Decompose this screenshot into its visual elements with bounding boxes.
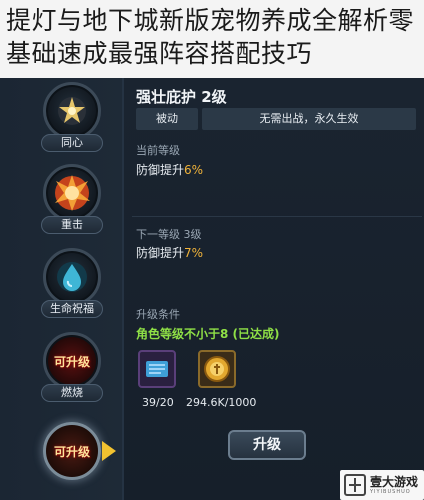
upgrade-condition-label: 升级条件 — [136, 308, 180, 321]
skill-duration-tag: 无需出战，永久生效 — [202, 108, 416, 130]
selected-arrow-icon — [102, 441, 116, 461]
site-watermark: 壹大游戏 YIYIBUSHUO — [340, 470, 424, 500]
skill-tags: 被动 无需出战，永久生效 — [136, 108, 416, 130]
gold-coin-icon[interactable] — [198, 350, 236, 388]
fire-icon: 可升级 — [43, 332, 101, 390]
next-effect-text: 防御提升 — [136, 246, 185, 260]
skill-slot-zhongji[interactable]: 重击 — [40, 164, 104, 234]
water-drop-icon — [43, 248, 101, 306]
watermark-text: 壹大游戏 — [370, 475, 419, 489]
current-effect: 防御提升6% — [136, 161, 203, 178]
next-level-label: 下一等级 3级 — [136, 228, 202, 241]
upgrade-condition-text: 角色等级不小于8 (已达成) — [136, 327, 280, 341]
skill-title: 强壮庇护 2级 — [136, 88, 227, 106]
current-effect-value: 6% — [184, 163, 204, 177]
article-header: 提灯与地下城新版宠物养成全解析零基础速成最强阵容搭配技巧 — [0, 0, 424, 78]
current-effect-text: 防御提升 — [136, 163, 185, 177]
skill-name: 重击 — [41, 216, 103, 234]
next-effect: 防御提升7% — [136, 244, 203, 261]
skill-name: 同心 — [41, 134, 103, 152]
skill-name: 生命祝福 — [41, 300, 103, 318]
article-title: 提灯与地下城新版宠物养成全解析零基础速成最强阵容搭配技巧 — [6, 6, 415, 68]
star-sun-icon — [43, 82, 101, 140]
logo-icon — [344, 474, 366, 496]
skill-name: 燃烧 — [41, 384, 103, 402]
skill-slot-shengming-zhufu[interactable]: 生命祝福 — [40, 248, 104, 318]
skill-detail-panel: 强壮庇护 2级 被动 无需出战，永久生效 当前等级 防御提升6% 下一等级 3级… — [124, 78, 424, 500]
upgrade-button[interactable]: 升级 — [228, 430, 306, 460]
upgradable-badge: 可升级 — [53, 444, 90, 459]
current-level-label: 当前等级 — [136, 144, 180, 157]
section-divider — [132, 216, 422, 217]
skill-slot-tongxin[interactable]: 同心 — [40, 82, 104, 152]
chest-icon: 可升级 — [43, 422, 101, 480]
game-screen: 同心 重击 生命祝福 可升级 燃烧 可升级 强壮庇护 2级 被动 无需出战，永久… — [0, 78, 424, 500]
upgradable-badge: 可升级 — [53, 354, 90, 369]
skill-sidebar: 同心 重击 生命祝福 可升级 燃烧 可升级 — [0, 78, 124, 500]
next-effect-value: 7% — [184, 246, 204, 260]
skill-type-tag: 被动 — [136, 108, 198, 130]
scroll-book-icon[interactable] — [138, 350, 176, 388]
watermark-sub: YIYIBUSHUO — [370, 489, 411, 495]
skill-slot-selected[interactable]: 可升级 — [40, 422, 104, 480]
burst-icon — [43, 164, 101, 222]
material-count: 39/20 — [142, 396, 174, 409]
gold-count: 294.6K/1000 — [186, 396, 257, 409]
skill-slot-ranshao[interactable]: 可升级 燃烧 — [40, 332, 104, 402]
